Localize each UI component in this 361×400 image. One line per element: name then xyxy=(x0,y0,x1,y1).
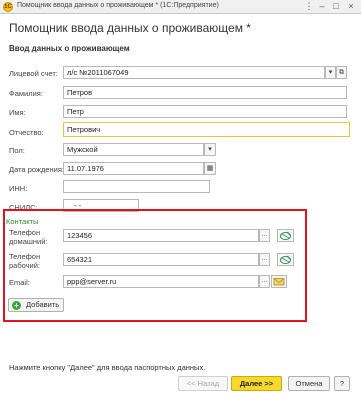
middlename-field[interactable]: Петрович xyxy=(63,122,350,137)
firstname-label: Имя: xyxy=(9,108,26,117)
plus-icon: + xyxy=(12,301,21,310)
firstname-field[interactable]: Петр xyxy=(63,105,347,118)
gender-dropdown-icon[interactable]: ▾ xyxy=(204,143,216,156)
lastname-label: Фамилия: xyxy=(9,89,43,98)
birthdate-label: Дата рождения: xyxy=(9,165,64,174)
account-open-icon[interactable]: ⧉ xyxy=(336,66,347,79)
work-phone-select-button[interactable]: ... xyxy=(259,253,270,266)
section-title: Ввод данных о проживающем xyxy=(9,44,130,53)
home-phone-field[interactable]: 123456 xyxy=(63,229,259,242)
maximize-icon[interactable]: □ xyxy=(330,1,342,12)
window-menu-icon[interactable]: ⋮ xyxy=(303,1,315,12)
work-phone-label-line2: рабочий: xyxy=(9,261,41,270)
home-phone-label: Телефон домашний: xyxy=(9,228,48,246)
add-contact-button[interactable]: + Добавить xyxy=(8,298,64,312)
email-field[interactable]: ppp@server.ru xyxy=(63,275,259,288)
work-phone-field[interactable]: 654321 xyxy=(63,253,259,266)
inn-field[interactable] xyxy=(63,180,210,193)
work-phone-label-line1: Телефон xyxy=(9,252,41,261)
help-button[interactable]: ? xyxy=(334,376,350,391)
next-button[interactable]: Далее >> xyxy=(231,376,282,391)
home-phone-label-line1: Телефон xyxy=(9,228,41,237)
window-titlebar: 1C Помощник ввода данных о проживающем *… xyxy=(0,0,361,14)
add-contact-label: Добавить xyxy=(26,300,60,309)
inn-label: ИНН: xyxy=(9,184,28,193)
form-title: Помощник ввода данных о проживающем * xyxy=(9,21,251,35)
birthdate-field[interactable]: 11.07.1976 xyxy=(63,162,204,175)
cancel-button[interactable]: Отмена xyxy=(288,376,330,391)
gender-label: Пол: xyxy=(9,146,25,155)
hint-text: Нажмите кнопку "Далее" для ввода паспорт… xyxy=(9,363,206,372)
work-phone-edit-icon[interactable] xyxy=(277,253,294,266)
account-label: Лицевой счет: xyxy=(9,69,58,78)
window-title: Помощник ввода данных о проживающем * (1… xyxy=(17,2,219,9)
account-field[interactable]: л/с №2011067049 xyxy=(63,66,325,79)
middlename-label: Отчество: xyxy=(9,128,44,137)
minimize-icon[interactable]: – xyxy=(316,1,328,12)
email-envelope-icon[interactable] xyxy=(271,275,287,288)
app-logo-icon: 1C xyxy=(3,2,13,12)
home-phone-label-line2: домашний: xyxy=(9,237,48,246)
contacts-title: Контакты xyxy=(6,217,39,226)
calendar-icon[interactable]: ▦ xyxy=(204,162,216,175)
back-button[interactable]: << Назад xyxy=(178,376,228,391)
home-phone-select-button[interactable]: ... xyxy=(259,229,270,242)
work-phone-label: Телефон рабочий: xyxy=(9,252,40,270)
close-icon[interactable]: × xyxy=(345,1,357,12)
lastname-field[interactable]: Петров xyxy=(63,86,347,99)
email-select-button[interactable]: ... xyxy=(259,275,270,288)
gender-select[interactable]: Мужской xyxy=(63,143,204,156)
account-dropdown-icon[interactable]: ▾ xyxy=(325,66,336,79)
email-label: Email: xyxy=(9,278,30,287)
home-phone-edit-icon[interactable] xyxy=(277,229,294,242)
